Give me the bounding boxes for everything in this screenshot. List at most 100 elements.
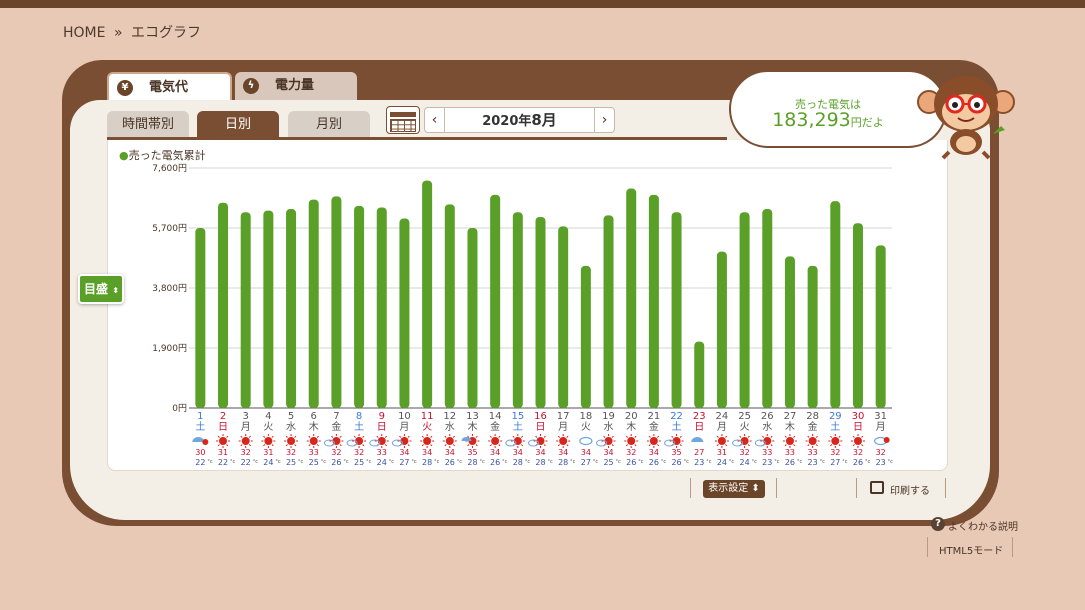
sun-icon — [717, 437, 726, 445]
sun-ray — [489, 435, 492, 438]
sun-ray — [521, 435, 524, 438]
sun-ray — [634, 444, 637, 447]
low-temp-label: 23 — [762, 458, 772, 467]
low-temp-label: 24 — [263, 458, 273, 467]
sun-ray — [648, 435, 651, 438]
high-temp-label: 32 — [876, 448, 886, 457]
low-temp-label: 23 — [876, 458, 886, 467]
sun-ray — [625, 444, 629, 447]
low-temp-label: 25 — [354, 458, 364, 467]
x-tick-weekday: 土 — [354, 420, 364, 433]
calendar-icon[interactable] — [386, 106, 420, 134]
sun-ray — [339, 435, 342, 438]
sun-ray — [248, 435, 251, 438]
breadcrumb-home[interactable]: HOME — [63, 25, 105, 41]
temp-unit-label: °c — [752, 459, 758, 465]
low-temp-label: 26 — [490, 458, 500, 467]
sun-ray — [294, 435, 297, 438]
cloud-icon — [346, 439, 358, 447]
sun-ray — [543, 435, 546, 438]
sun-icon — [241, 437, 250, 445]
low-temp-label: 24 — [717, 458, 727, 467]
sun-icon — [309, 437, 318, 445]
sun-ray — [444, 444, 447, 447]
high-temp-label: 30 — [195, 448, 205, 457]
low-temp-label: 28 — [422, 458, 432, 467]
sun-ray — [248, 444, 251, 447]
x-tick-weekday: 土 — [195, 420, 205, 433]
sun-ray — [784, 435, 787, 438]
low-temp-label: 26 — [649, 458, 659, 467]
x-tick-day: 26 — [761, 411, 774, 422]
y-axis-scale-button[interactable]: 目盛 ⬍ — [78, 274, 124, 304]
help-link[interactable]: ? よくわかる説明 — [931, 517, 1018, 533]
bar — [626, 188, 637, 408]
bar — [558, 226, 569, 408]
bar — [694, 341, 705, 408]
sun-ray — [679, 435, 682, 438]
high-temp-label: 32 — [331, 448, 341, 457]
x-tick-weekday: 日 — [218, 422, 228, 433]
subtab-monthly[interactable]: 月別 — [288, 111, 370, 138]
bar — [580, 265, 591, 408]
temp-unit-label: °c — [661, 459, 667, 465]
x-tick-weekday: 金 — [649, 420, 659, 433]
bar — [354, 205, 365, 408]
sun-ray — [770, 444, 773, 447]
sun-ray — [657, 435, 660, 438]
tab-power-amount[interactable]: ϟ 電力量 — [235, 72, 357, 100]
temp-unit-label: °c — [502, 459, 508, 465]
prev-month-button[interactable]: ‹ — [425, 108, 445, 132]
sun-ray — [475, 435, 478, 438]
x-tick-weekday: 月 — [399, 421, 409, 433]
bar — [308, 199, 319, 408]
sun-icon — [202, 439, 209, 445]
sun-ray — [399, 435, 402, 438]
tab-electricity-cost[interactable]: ¥ 電気代 — [107, 72, 232, 100]
x-tick-weekday: 月 — [558, 421, 568, 433]
subtab-daily[interactable]: 日別 — [197, 111, 279, 138]
bar — [739, 212, 750, 408]
high-temp-label: 33 — [785, 448, 795, 457]
sun-icon — [831, 437, 840, 445]
low-temp-label: 24 — [377, 458, 387, 467]
low-temp-label: 22 — [218, 458, 228, 467]
next-month-button[interactable]: › — [594, 108, 614, 132]
low-temp-label: 28 — [558, 458, 568, 467]
sun-ray — [263, 435, 266, 438]
x-tick-day: 3 — [243, 411, 249, 422]
high-temp-label: 34 — [558, 448, 568, 457]
temp-unit-label: °c — [638, 459, 644, 465]
high-temp-label: 33 — [309, 448, 319, 457]
printer-icon — [870, 481, 884, 494]
x-tick-day: 23 — [693, 411, 706, 422]
subtab-hourly[interactable]: 時間帯別 — [107, 111, 189, 138]
sun-ray — [747, 444, 750, 447]
x-tick-weekday: 金 — [331, 420, 341, 433]
sun-ray — [557, 444, 560, 447]
temp-unit-label: °c — [865, 459, 871, 465]
sun-ray — [861, 435, 864, 438]
sun-ray — [770, 435, 773, 438]
display-settings-button[interactable]: 表示設定 ⬍ — [703, 480, 765, 498]
temp-unit-label: °c — [253, 459, 259, 465]
high-temp-label: 32 — [626, 448, 636, 457]
print-button[interactable]: 印刷する — [870, 481, 930, 497]
y-tick-label: 5,700円 — [152, 223, 187, 234]
html5-mode-link[interactable]: HTML5モード — [939, 542, 1003, 557]
temp-unit-label: °c — [684, 459, 690, 465]
sun-ray — [308, 444, 311, 447]
x-tick-day: 30 — [852, 411, 865, 422]
x-tick-weekday: 日 — [536, 422, 546, 433]
divider — [945, 478, 946, 498]
x-tick-day: 24 — [716, 411, 729, 422]
bar — [512, 212, 523, 408]
bar — [240, 212, 251, 408]
temp-unit-label: °c — [343, 459, 349, 465]
temp-unit-label: °c — [729, 459, 735, 465]
sun-ray — [271, 435, 274, 438]
x-tick-weekday: 日 — [377, 422, 387, 433]
sun-icon — [853, 437, 862, 445]
sun-ray — [226, 435, 229, 438]
sun-ray — [316, 435, 320, 438]
